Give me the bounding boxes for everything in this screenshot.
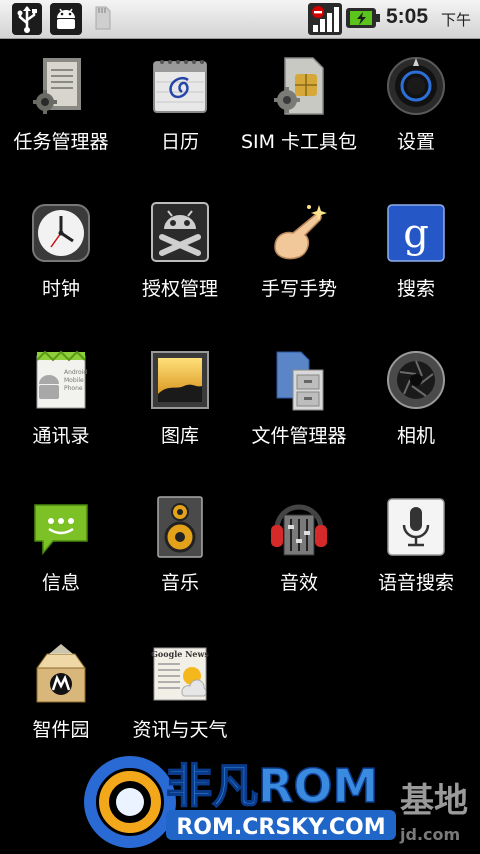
app-label: 设置 — [396, 131, 435, 153]
watermark-brand: 非凡ROM — [166, 759, 378, 813]
app-music[interactable]: 音乐 — [121, 479, 239, 619]
sound-effects-icon — [271, 504, 327, 556]
app-label: 音效 — [279, 572, 318, 594]
svg-text:g: g — [403, 211, 429, 257]
gallery-icon — [151, 351, 209, 409]
app-sound-effects[interactable]: 音效 — [240, 479, 358, 619]
android-debug-icon — [50, 3, 82, 35]
google-search-icon: g — [387, 204, 445, 262]
app-contacts[interactable]: Android Mobile Phone 通讯录 — [2, 332, 120, 472]
voice-search-icon — [387, 498, 445, 556]
app-gallery[interactable]: 图库 — [121, 332, 239, 472]
watermark-logo: 非凡ROM 基地 ROM.CRSKY.COM jd.com — [84, 756, 468, 848]
app-calendar[interactable]: 日历 — [121, 38, 239, 178]
contacts-icon: AndroidMobilePhone — [36, 350, 87, 409]
app-label: 音乐 — [160, 572, 199, 594]
app-clock[interactable]: 时钟 — [2, 185, 120, 325]
app-task-manager[interactable]: 任务管理器 — [2, 38, 120, 178]
app-file-manager[interactable]: 文件管理器 — [240, 332, 358, 472]
watermark-suffix: 基地 — [400, 781, 468, 821]
app-news-weather[interactable]: Google News 资讯与天气 — [121, 626, 239, 766]
usb-icon — [12, 3, 42, 35]
app-label: 智件园 — [32, 719, 90, 741]
svg-text:Mobile: Mobile — [64, 377, 84, 384]
camera-icon — [387, 351, 445, 409]
app-settings[interactable]: 设置 — [357, 38, 475, 178]
app-google-search[interactable]: g 搜索 — [357, 185, 475, 325]
app-gesture[interactable]: 手写手势 — [240, 185, 358, 325]
battery-charging-icon — [346, 8, 380, 28]
watermark-url: ROM.CRSKY.COM — [176, 815, 385, 840]
app-label: 语音搜索 — [377, 572, 454, 594]
calendar-icon — [153, 60, 207, 113]
app-label: 搜索 — [396, 278, 435, 300]
clock-icon — [32, 204, 90, 262]
app-label: 资讯与天气 — [132, 719, 228, 741]
sim-toolkit-icon — [274, 57, 324, 115]
app-label: SIM 卡工具包 — [240, 131, 358, 153]
news-weather-icon: Google News — [151, 647, 209, 701]
superuser-icon — [151, 202, 209, 262]
app-label: 信息 — [41, 572, 80, 594]
svg-text:Android: Android — [64, 369, 87, 376]
status-bar: 5:05 下午 — [0, 0, 480, 39]
app-label: 相机 — [396, 425, 435, 447]
messaging-icon — [34, 504, 88, 556]
gesture-icon — [274, 205, 327, 260]
app-label: 通讯录 — [32, 425, 90, 447]
app-camera[interactable]: 相机 — [357, 332, 475, 472]
app-label: 日历 — [160, 131, 199, 153]
app-sim-toolkit[interactable]: SIM 卡工具包 — [240, 38, 358, 178]
app-market[interactable]: 智件园 — [2, 626, 120, 766]
file-manager-icon — [276, 351, 324, 411]
music-icon — [157, 496, 203, 558]
app-label: 图库 — [160, 425, 199, 447]
settings-icon — [387, 57, 445, 115]
app-label: 时钟 — [41, 278, 80, 300]
app-label: 文件管理器 — [251, 425, 347, 447]
signal-icon — [308, 3, 342, 35]
sd-card-icon — [95, 6, 111, 30]
status-ampm: 下午 — [441, 11, 472, 29]
svg-text:Google News: Google News — [151, 649, 209, 659]
watermark-site: jd.com — [399, 825, 460, 844]
app-label: 授权管理 — [141, 278, 218, 300]
app-label: 任务管理器 — [13, 131, 109, 153]
app-label: 手写手势 — [260, 278, 337, 300]
app-voice-search[interactable]: 语音搜索 — [357, 479, 475, 619]
app-superuser[interactable]: 授权管理 — [121, 185, 239, 325]
app-messaging[interactable]: 信息 — [2, 479, 120, 619]
motorola-app-market-icon — [36, 644, 86, 703]
task-manager-icon — [33, 58, 81, 114]
status-clock: 5:05 — [386, 5, 429, 28]
svg-text:Phone: Phone — [64, 385, 83, 392]
